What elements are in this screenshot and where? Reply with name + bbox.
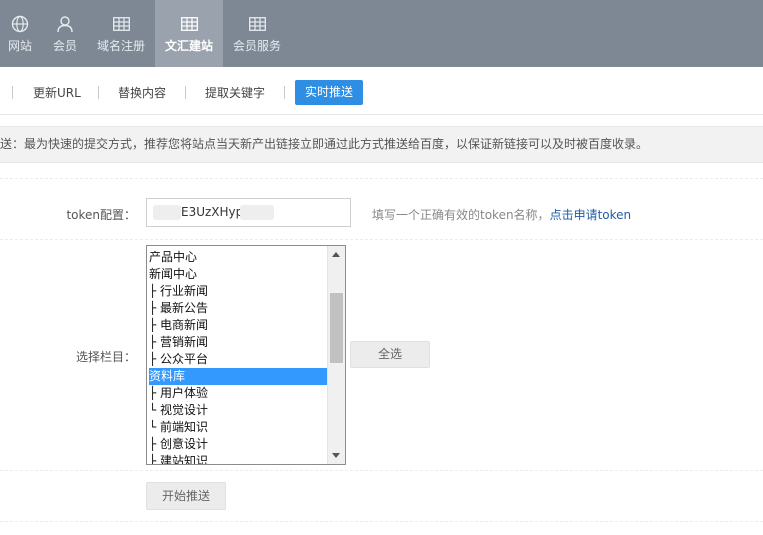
divider (0, 178, 763, 179)
listbox-scrollbar[interactable] (327, 246, 345, 464)
nav-item-website[interactable]: 网站 (0, 0, 40, 67)
scroll-thumb[interactable] (330, 293, 343, 363)
nav-item-site-builder[interactable]: 文汇建站 (155, 0, 223, 67)
divider (0, 470, 763, 471)
redacted-mark (240, 205, 274, 220)
category-option[interactable]: └ 前端知识 (149, 419, 327, 436)
token-hint-text: 填写一个正确有效的token名称， (372, 208, 550, 222)
apply-token-link[interactable]: 点击申请token (550, 208, 632, 222)
tab-replace-content[interactable]: 替换内容 (118, 86, 166, 100)
category-option[interactable]: ├ 最新公告 (149, 300, 327, 317)
nav-label: 域名注册 (96, 38, 145, 53)
grid-icon (112, 14, 130, 34)
category-label: 选择栏目： (75, 350, 136, 364)
category-option[interactable]: ├ 用户体验 (149, 385, 327, 402)
nav-label: 网站 (7, 38, 32, 53)
tab-bar: 更新URL 替换内容 提取关键字 实时推送 (0, 67, 763, 115)
start-push-button[interactable]: 开始推送 (146, 482, 226, 510)
nav-item-member-service[interactable]: 会员服务 (226, 0, 288, 67)
category-option[interactable]: ├ 电商新闻 (149, 317, 327, 334)
category-option[interactable]: └ 视觉设计 (149, 402, 327, 419)
user-icon (56, 14, 74, 34)
notice-text: 送：最为快速的提交方式，推荐您将站点当天新产出链接立即通过此方式推送给百度，以保… (0, 137, 649, 151)
tab-separator (98, 86, 99, 99)
scroll-up-icon[interactable] (332, 252, 340, 257)
nav-item-domain[interactable]: 域名注册 (90, 0, 152, 67)
category-option[interactable]: 新闻中心 (149, 266, 327, 283)
category-option[interactable]: ├ 公众平台 (149, 351, 327, 368)
divider (0, 521, 763, 522)
nav-label: 会员 (52, 38, 77, 53)
category-option[interactable]: ├ 营销新闻 (149, 334, 327, 351)
token-label: token配置： (66, 208, 136, 222)
category-option[interactable]: ├ 行业新闻 (149, 283, 327, 300)
category-listbox[interactable]: 产品中心 新闻中心 ├ 行业新闻 ├ 最新公告 ├ 电商新闻 ├ 营销新闻 ├ 公… (146, 245, 346, 465)
tab-realtime-push[interactable]: 实时推送 (295, 80, 363, 105)
scroll-down-icon[interactable] (332, 453, 340, 458)
category-option[interactable]: ├ 创意设计 (149, 436, 327, 453)
category-option[interactable]: 产品中心 (149, 249, 327, 266)
token-hint: 填写一个正确有效的token名称，点击申请token (372, 206, 631, 223)
select-all-button[interactable]: 全选 (350, 341, 430, 368)
globe-icon (11, 14, 29, 34)
tab-separator (185, 86, 186, 99)
grid-icon (248, 14, 266, 34)
nav-label: 会员服务 (232, 38, 281, 53)
top-navigation: 网站 会员 域名注册 文汇建站 会员服务 (0, 0, 763, 67)
token-input[interactable]: E3UzXHyp (146, 198, 351, 227)
nav-label: 文汇建站 (164, 38, 213, 53)
nav-item-member[interactable]: 会员 (46, 0, 84, 67)
grid-icon (180, 14, 198, 34)
info-notice: 送：最为快速的提交方式，推荐您将站点当天新产出链接立即通过此方式推送给百度，以保… (0, 126, 763, 163)
tab-extract-keywords[interactable]: 提取关键字 (205, 86, 265, 100)
redacted-mark (153, 205, 181, 220)
token-value: E3UzXHyp (181, 205, 244, 219)
divider (0, 239, 763, 240)
category-option[interactable]: ├ 建站知识 (149, 453, 327, 464)
category-option[interactable]: 资料库 (149, 368, 327, 385)
tab-separator (284, 86, 285, 99)
tab-update-url[interactable]: 更新URL (33, 86, 81, 100)
tab-separator (12, 86, 13, 99)
